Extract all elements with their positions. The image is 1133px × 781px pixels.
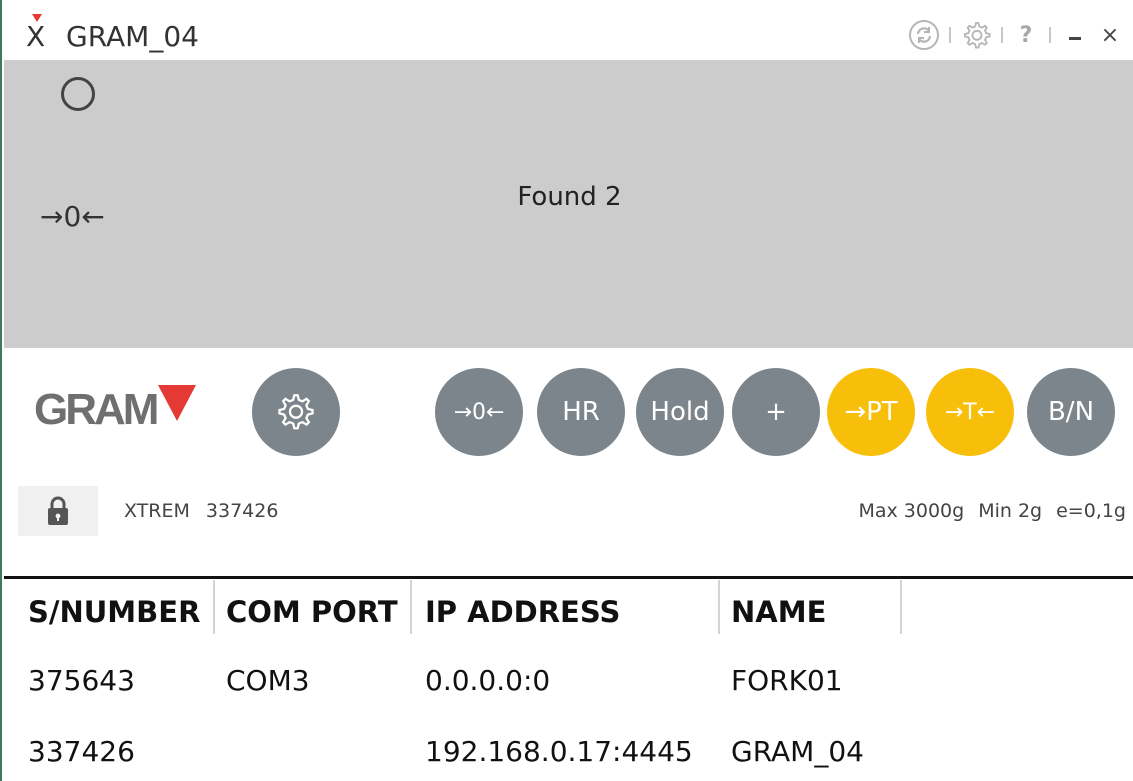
column-header-ip-address[interactable]: IP ADDRESS [425,594,620,634]
help-icon[interactable]: ? [1011,20,1041,50]
settings-button[interactable] [252,368,340,456]
brand-triangle-icon [158,385,197,421]
status-text: Found 2 [517,182,622,212]
lock-icon [48,496,68,525]
app-window: X GRAM_04 ? × →0← Found 2 GRAM →0← HR Ho… [0,0,1133,781]
column-header-com-port[interactable]: COM PORT [226,594,398,634]
circle-icon [61,77,95,111]
brand-text: GRAM [34,385,159,434]
hr-button-label: HR [562,397,600,427]
cell-serial: 337426 [28,735,135,768]
title-bar: X GRAM_04 ? × [4,0,1133,60]
cell-serial: 375643 [28,664,135,697]
xtrem-logo-icon: X [26,14,46,54]
refresh-icon[interactable] [907,18,941,52]
min-capacity: Min 2g [978,500,1043,522]
close-icon[interactable]: × [1093,18,1127,52]
preset-tare-button-label: →PT [844,397,898,427]
gross-net-button[interactable]: B/N [1027,368,1115,456]
tare-button-label: →T← [944,399,996,425]
separator [949,27,951,43]
division: e=0,1g [1056,500,1126,522]
hold-button[interactable]: Hold [636,368,724,456]
tare-button[interactable]: →T← [926,368,1014,456]
weight-display: →0← Found 2 [4,60,1133,348]
zero-button-label: →0← [453,399,505,425]
column-header-name[interactable]: NAME [731,594,826,634]
model-serial: 337426 [205,500,279,522]
column-divider[interactable] [900,580,902,634]
hr-button[interactable]: HR [537,368,625,456]
column-divider[interactable] [410,580,412,634]
gear-icon [278,394,314,430]
gross-net-button-label: B/N [1047,397,1095,427]
model-name: XTREM [124,500,190,522]
model-info: XTREM 337426 [124,500,278,522]
column-divider[interactable] [213,580,215,634]
separator [1049,27,1051,43]
window-title: GRAM_04 [66,20,199,53]
minimize-icon[interactable] [1059,18,1093,52]
max-capacity: Max 3000g [858,500,965,522]
gear-icon[interactable] [959,18,993,52]
cell-ip-address: 0.0.0.0:0 [425,664,551,697]
lock-button[interactable] [18,486,98,536]
plus-button[interactable]: + [732,368,820,456]
capacity-info: Max 3000g Min 2g e=0,1g [858,500,1126,522]
zero-button[interactable]: →0← [435,368,523,456]
plus-button-label: + [765,397,787,427]
cell-name: GRAM_04 [731,735,864,768]
table-top-border [4,576,1133,579]
preset-tare-button[interactable]: →PT [827,368,915,456]
cell-ip-address: 192.168.0.17:4445 [425,735,693,768]
cell-com-port: COM3 [226,664,310,697]
hold-button-label: Hold [650,397,710,427]
column-divider[interactable] [718,580,720,634]
title-controls: ? × [907,18,1133,52]
gram-logo: GRAM [34,385,197,435]
separator [1001,27,1003,43]
cell-name: FORK01 [731,664,843,697]
column-header-serial[interactable]: S/NUMBER [28,594,200,634]
